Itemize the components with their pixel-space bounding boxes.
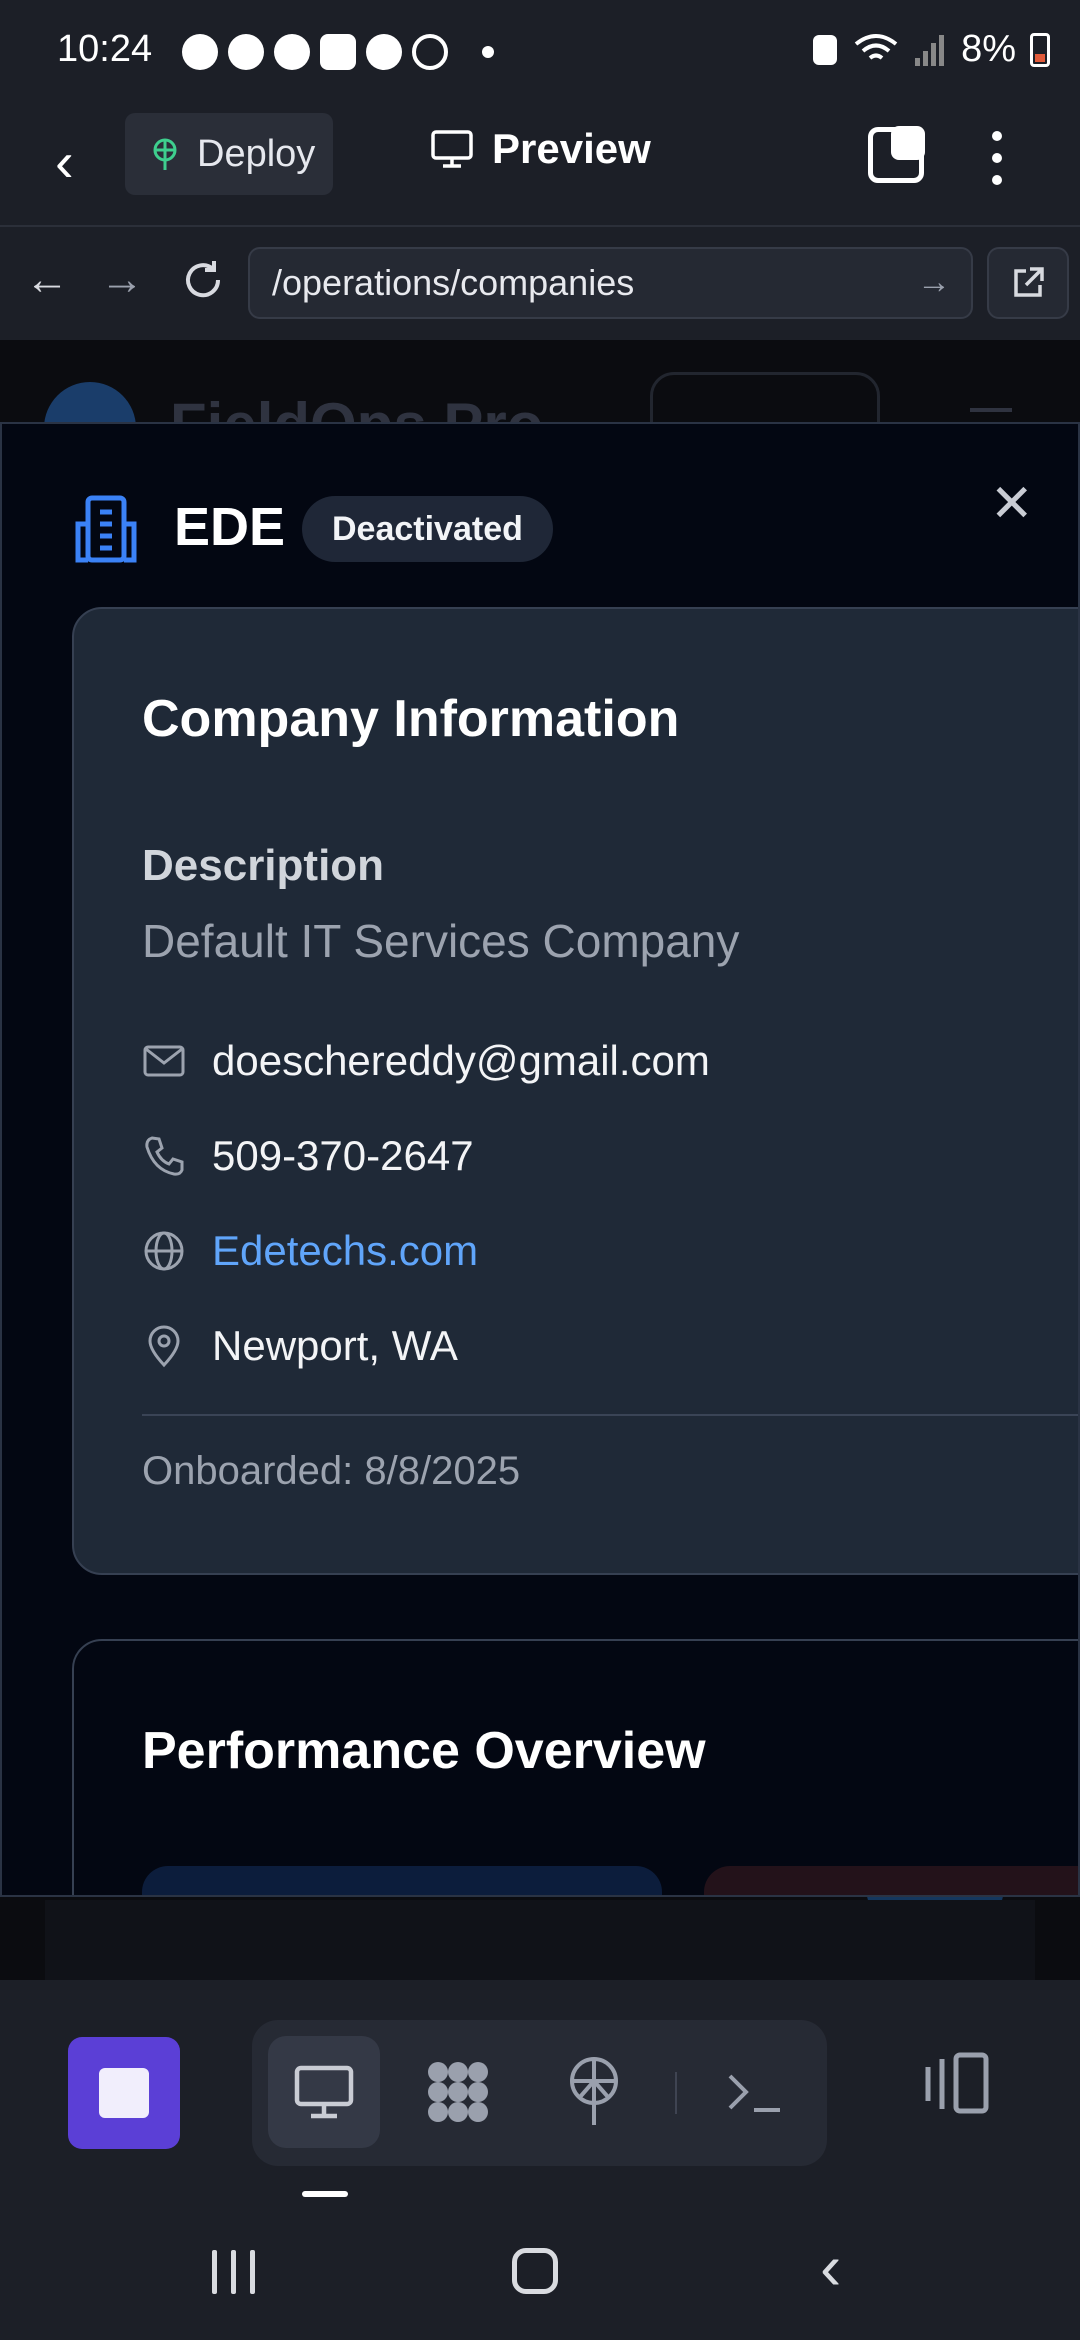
map-pin-icon bbox=[148, 1325, 180, 1368]
metric-tile bbox=[704, 1866, 1078, 1895]
company-details-modal: EDE Deactivated ✕ Company Information De… bbox=[0, 422, 1080, 1897]
back-icon[interactable]: ‹ bbox=[55, 127, 115, 197]
recents-icon[interactable] bbox=[212, 2250, 255, 2294]
location-value: Newport, WA bbox=[212, 1322, 458, 1369]
mail-icon bbox=[143, 1045, 185, 1077]
go-arrow-icon[interactable]: → bbox=[917, 263, 951, 302]
onboarded-date: Onboarded: 8/8/2025 bbox=[142, 1449, 521, 1493]
url-input[interactable]: /operations/companies → bbox=[248, 247, 973, 319]
card-title: Company Information bbox=[142, 690, 680, 748]
divider bbox=[142, 1414, 1078, 1416]
active-tab-indicator bbox=[302, 2191, 348, 2197]
battery-percent: 8% bbox=[961, 28, 1016, 70]
reload-icon[interactable] bbox=[180, 257, 226, 303]
deploy-button[interactable]: Deploy bbox=[125, 113, 333, 195]
notification-icons bbox=[182, 34, 494, 70]
messenger-icon bbox=[274, 34, 310, 70]
stop-button[interactable] bbox=[68, 2037, 180, 2149]
app-bar: ‹ Deploy Preview bbox=[0, 105, 1080, 225]
battery-icon bbox=[1030, 32, 1050, 67]
messenger-icon bbox=[366, 34, 402, 70]
status-time: 10:24 bbox=[57, 28, 153, 70]
open-external-button[interactable] bbox=[987, 247, 1069, 319]
system-back-icon[interactable]: ‹ bbox=[820, 2230, 841, 2304]
hamburger-icon bbox=[970, 408, 1012, 412]
messenger-icon bbox=[182, 34, 218, 70]
monitor-icon bbox=[431, 130, 473, 168]
phone-icon bbox=[145, 1136, 184, 1176]
tabs-switcher-icon[interactable] bbox=[868, 126, 925, 183]
workspace-toolbar bbox=[0, 1980, 1080, 2200]
close-icon[interactable]: ✕ bbox=[990, 474, 1034, 534]
signal-icon bbox=[915, 34, 945, 66]
shapes-icon bbox=[428, 2062, 488, 2122]
website-link[interactable]: Edetechs.com bbox=[212, 1227, 478, 1275]
url-text: /operations/companies bbox=[272, 262, 635, 303]
monitor-icon bbox=[294, 2065, 354, 2119]
preview-tab[interactable]: Preview bbox=[430, 125, 651, 173]
missed-call-icon bbox=[412, 34, 448, 70]
browser-back-icon[interactable]: ← bbox=[25, 255, 69, 305]
alert-icon bbox=[320, 34, 356, 70]
description-label: Description bbox=[142, 841, 385, 890]
preview-label: Preview bbox=[492, 125, 651, 172]
globe-icon bbox=[144, 1231, 184, 1271]
company-information-card: Company Information Description Default … bbox=[72, 607, 1078, 1575]
messenger-icon bbox=[228, 34, 264, 70]
location-row: Newport, WA bbox=[142, 1322, 458, 1370]
metric-tile bbox=[142, 1866, 662, 1895]
email-value: doeschereddy@gmail.com bbox=[212, 1037, 710, 1084]
browser-bar: ← → /operations/companies → bbox=[0, 225, 1080, 340]
performance-overview-card: Performance Overview bbox=[72, 1639, 1078, 1895]
status-bar: 10:24 8% bbox=[0, 0, 1080, 105]
website-row[interactable]: Edetechs.com bbox=[142, 1227, 478, 1275]
battery-saver-icon bbox=[813, 34, 838, 65]
email-row: doeschereddy@gmail.com bbox=[142, 1037, 710, 1085]
browser-forward-icon[interactable]: → bbox=[100, 255, 144, 305]
tool-group bbox=[252, 2020, 827, 2166]
preview-tool-button[interactable] bbox=[268, 2036, 380, 2148]
deploy-icon bbox=[153, 138, 177, 170]
split-view-icon[interactable] bbox=[920, 2047, 992, 2119]
background-footer bbox=[45, 1900, 1035, 1980]
more-notifications-dot bbox=[482, 46, 494, 58]
tool-separator bbox=[675, 2072, 677, 2114]
building-icon bbox=[75, 495, 137, 563]
deploy-icon bbox=[570, 2057, 618, 2125]
phone-value: 509-370-2647 bbox=[212, 1132, 474, 1179]
apps-tool-button[interactable] bbox=[402, 2036, 514, 2148]
system-navigation-bar: ‹ bbox=[0, 2200, 1080, 2340]
home-icon[interactable] bbox=[512, 2248, 558, 2294]
deploy-tool-button[interactable] bbox=[538, 2036, 650, 2148]
phone-row: 509-370-2647 bbox=[142, 1132, 474, 1180]
shell-tool-button[interactable] bbox=[698, 2036, 810, 2148]
external-link-icon bbox=[1014, 267, 1044, 297]
more-options-icon[interactable] bbox=[985, 125, 1009, 195]
status-badge: Deactivated bbox=[302, 496, 553, 562]
deploy-label: Deploy bbox=[197, 132, 316, 175]
status-right: 8% bbox=[811, 28, 1050, 71]
terminal-icon bbox=[728, 2074, 780, 2112]
company-name: EDE bbox=[174, 497, 286, 557]
card-title: Performance Overview bbox=[142, 1722, 706, 1780]
description-value: Default IT Services Company bbox=[142, 915, 740, 967]
wifi-icon bbox=[854, 33, 898, 60]
